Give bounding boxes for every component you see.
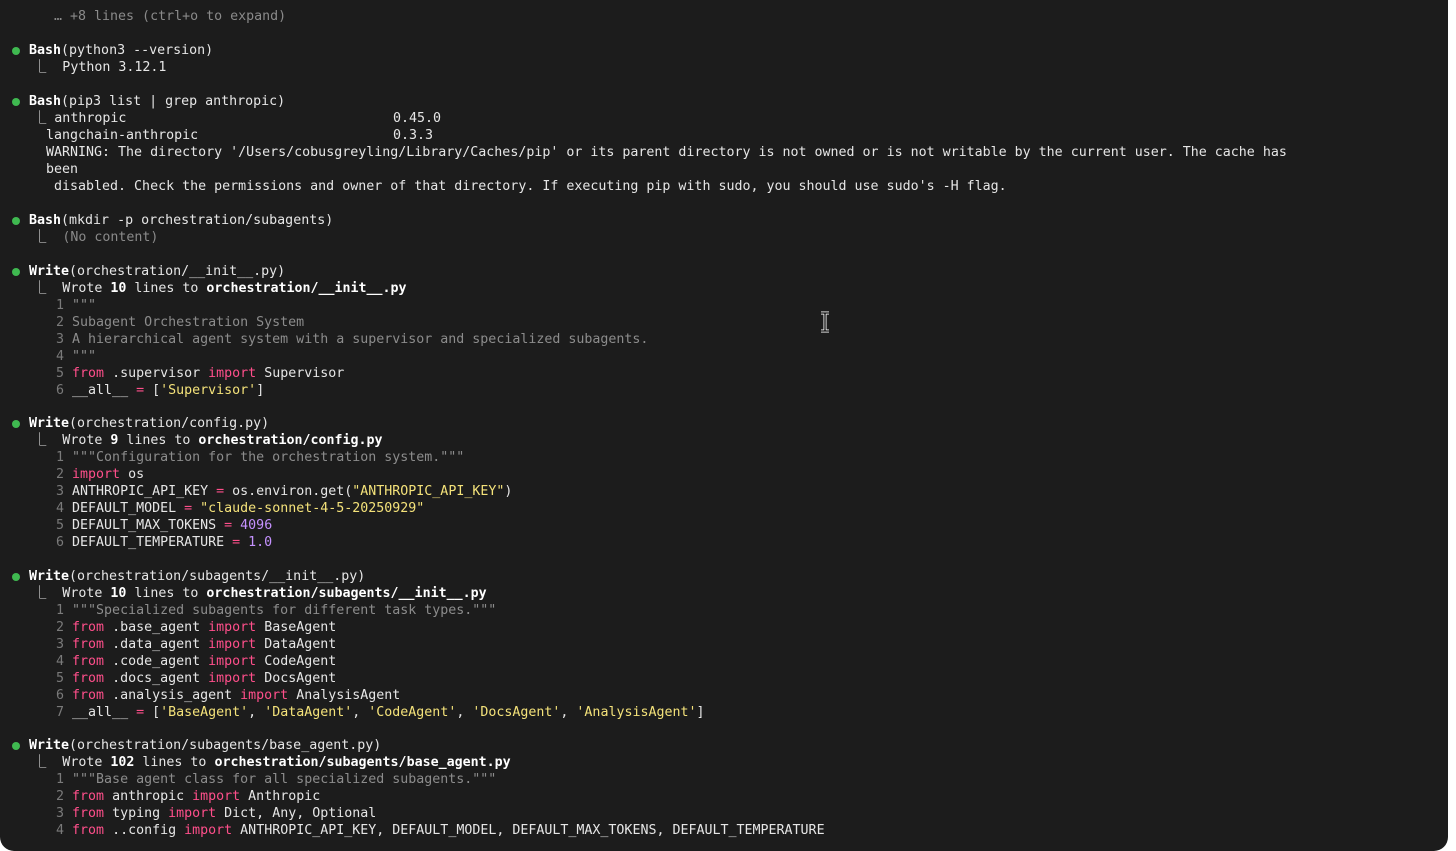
code-line: 1 """: [48, 298, 97, 313]
code-line: 4 from .code_agent import CodeAgent: [48, 654, 337, 669]
tool-call-header: Bash(python3 --version): [29, 43, 214, 58]
package-name: langchain-anthropic: [46, 128, 199, 143]
terminal-window[interactable]: … +8 lines (ctrl+o to expand) Bash(python…: [0, 0, 1448, 851]
status-bullet-icon: [12, 98, 20, 106]
code-line: 1 """Base agent class for all specialize…: [48, 772, 497, 787]
code-line: 3 A hierarchical agent system with a sup…: [48, 332, 649, 347]
code-line: 2 from anthropic import Anthropic: [48, 789, 321, 804]
tool-result: ⎿ Python 3.12.1: [33, 60, 167, 75]
code-line: 5 DEFAULT_MAX_TOKENS = 4096: [48, 518, 273, 533]
status-bullet-icon: [12, 742, 20, 750]
code-line: 7 __all__ = ['BaseAgent', 'DataAgent', '…: [48, 705, 705, 720]
code-line: 3 ANTHROPIC_API_KEY = os.environ.get("AN…: [48, 484, 513, 499]
package-version: 0.45.0: [393, 111, 442, 126]
code-line: 5 from .docs_agent import DocsAgent: [48, 671, 337, 686]
status-bullet-icon: [12, 420, 20, 428]
tool-call-header: Bash(mkdir -p orchestration/subagents): [29, 213, 334, 228]
code-line: 1 """Specialized subagents for different…: [48, 603, 497, 618]
warning-text: WARNING: The directory '/Users/cobusgrey…: [46, 145, 1287, 160]
warning-text: disabled. Check the permissions and owne…: [54, 179, 1007, 194]
code-line: 2 from .base_agent import BaseAgent: [48, 620, 337, 635]
status-bullet-icon: [12, 47, 20, 55]
tool-result: ⎿ Wrote 9 lines to orchestration/config.…: [33, 433, 383, 448]
status-bullet-icon: [12, 573, 20, 581]
tool-result: ⎿ Wrote 102 lines to orchestration/subag…: [33, 755, 511, 770]
code-line: 4 DEFAULT_MODEL = "claude-sonnet-4-5-202…: [48, 501, 425, 516]
tool-call-header: Write(orchestration/subagents/__init__.p…: [29, 569, 366, 584]
warning-text: been: [46, 162, 79, 177]
code-line: 1 """Configuration for the orchestration…: [48, 450, 465, 465]
code-line: 2 import os: [48, 467, 145, 482]
code-line: 3 from typing import Dict, Any, Optional: [48, 806, 377, 821]
expand-hint: … +8 lines (ctrl+o to expand): [54, 9, 287, 24]
tool-call-header: Write(orchestration/__init__.py): [29, 264, 286, 279]
code-line: 4 from ..config import ANTHROPIC_API_KEY…: [48, 823, 825, 838]
tool-result: ⎿ anthropic: [33, 111, 127, 126]
code-line: 4 """: [48, 349, 97, 364]
tool-result: ⎿ (No content): [33, 230, 159, 245]
code-line: 6 __all__ = ['Supervisor']: [48, 383, 265, 398]
code-line: 2 Subagent Orchestration System: [48, 315, 305, 330]
package-version: 0.3.3: [393, 128, 434, 143]
text-cursor-icon: [821, 311, 829, 333]
tool-call-header: Write(orchestration/subagents/base_agent…: [29, 738, 382, 753]
code-line: 3 from .data_agent import DataAgent: [48, 637, 337, 652]
code-line: 6 DEFAULT_TEMPERATURE = 1.0: [48, 535, 273, 550]
tool-result: ⎿ Wrote 10 lines to orchestration/subage…: [33, 586, 487, 601]
code-line: 5 from .supervisor import Supervisor: [48, 366, 345, 381]
status-bullet-icon: [12, 268, 20, 276]
status-bullet-icon: [12, 217, 20, 225]
tool-call-header: Write(orchestration/config.py): [29, 416, 270, 431]
tool-call-header: Bash(pip3 list | grep anthropic): [29, 94, 286, 109]
code-line: 6 from .analysis_agent import AnalysisAg…: [48, 688, 401, 703]
tool-result: ⎿ Wrote 10 lines to orchestration/__init…: [33, 281, 407, 296]
